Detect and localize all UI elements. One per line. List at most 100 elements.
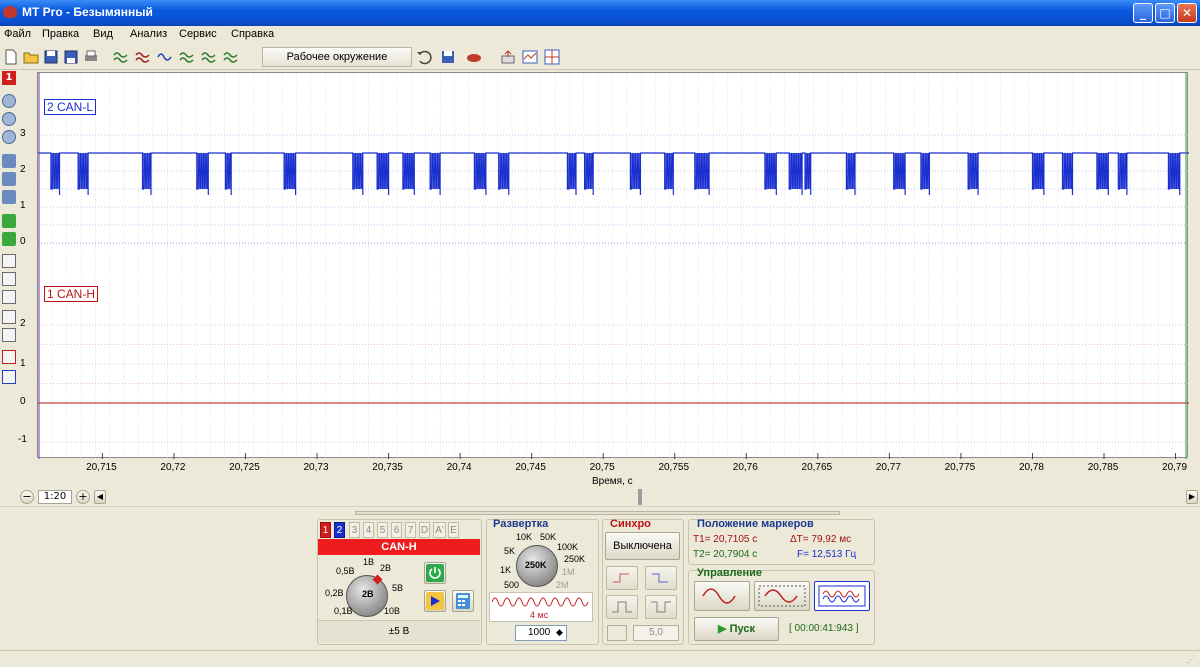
- scroll-thumb[interactable]: [638, 489, 642, 505]
- menu-view[interactable]: Вид: [93, 28, 113, 40]
- stretch-center-icon[interactable]: [2, 172, 16, 186]
- rising-edge-button[interactable]: [606, 566, 638, 590]
- move-up-icon[interactable]: [2, 214, 16, 228]
- scale-tool-icon[interactable]: [2, 328, 16, 342]
- sine-wave-icon: [702, 588, 736, 604]
- text-tool-icon[interactable]: [2, 290, 16, 304]
- can-frame-block: [78, 153, 89, 189]
- zoom-out-icon[interactable]: [2, 94, 16, 108]
- wave-tool-2-icon[interactable]: [135, 49, 151, 65]
- scroll-left-button[interactable]: ◀: [94, 490, 106, 504]
- can-h-channel-label[interactable]: 1 CAN-H: [44, 286, 99, 302]
- channel-tab-7[interactable]: 7: [405, 522, 416, 538]
- menu-service[interactable]: Сервис: [179, 28, 217, 40]
- channel-tab-3[interactable]: 3: [349, 522, 360, 538]
- save-icon[interactable]: [43, 49, 59, 65]
- menu-help[interactable]: Справка: [231, 28, 274, 40]
- calculator-icon: [456, 593, 470, 609]
- resize-grip-icon[interactable]: ⋰: [1186, 654, 1195, 665]
- zoom-out-button[interactable]: −: [20, 490, 34, 504]
- marker-tool-icon[interactable]: [2, 272, 16, 286]
- can-l-channel-label[interactable]: 2 CAN-L: [44, 99, 97, 115]
- wave-tool-5-icon[interactable]: [201, 49, 217, 65]
- menu-file[interactable]: Файл: [4, 28, 31, 40]
- zoom-in-button[interactable]: +: [76, 490, 90, 504]
- probe-button[interactable]: [424, 590, 446, 612]
- pulse-pos-button[interactable]: [606, 595, 638, 619]
- marker-frequency: F= 12,513 Гц: [797, 549, 857, 560]
- channel-tab-e[interactable]: E: [448, 522, 459, 538]
- range-select[interactable]: ±5 В: [318, 620, 480, 642]
- x-axis-title: Время, с: [592, 476, 633, 487]
- save-settings-icon[interactable]: [440, 49, 456, 65]
- export-icon[interactable]: [500, 49, 516, 65]
- menu-edit[interactable]: Правка: [42, 28, 79, 40]
- save-as-icon[interactable]: [63, 49, 79, 65]
- sync-mode-button[interactable]: Выключена: [605, 532, 680, 560]
- zoom-level[interactable]: 1:20: [38, 490, 72, 504]
- panel-splitter[interactable]: [355, 511, 840, 515]
- continuous-mode-button[interactable]: [814, 581, 870, 611]
- maximize-button[interactable]: □: [1155, 3, 1175, 23]
- wave-tool-6-icon[interactable]: [223, 49, 239, 65]
- oscilloscope-plot[interactable]: [37, 72, 1189, 459]
- sync-level-input[interactable]: 5,0: [633, 625, 679, 641]
- zoom-reset-icon[interactable]: [2, 112, 16, 126]
- channel-tab-6[interactable]: 6: [391, 522, 402, 538]
- wave-tool-4-icon[interactable]: [179, 49, 195, 65]
- car-icon[interactable]: [466, 49, 482, 65]
- cursor-tool-icon[interactable]: [2, 254, 16, 268]
- pulse-neg-button[interactable]: [645, 595, 677, 619]
- move-down-icon[interactable]: [2, 232, 16, 246]
- toolbar: [0, 44, 1200, 70]
- marker-delta-t: ΔT= 79,92 мс: [790, 534, 852, 545]
- menu-analysis[interactable]: Анализ: [130, 28, 167, 40]
- channel-tab-1[interactable]: 1: [320, 522, 331, 538]
- falling-edge-button[interactable]: [645, 566, 677, 590]
- measure-tool-icon[interactable]: [2, 310, 16, 324]
- wave-tool-3-icon[interactable]: [157, 49, 173, 65]
- channel-tab-5[interactable]: 5: [377, 522, 388, 538]
- x-tick-label: 20,775: [944, 462, 976, 473]
- red-chart-icon[interactable]: [2, 350, 16, 364]
- sweep-scale-label: 10K: [516, 532, 533, 542]
- stretch-vertical-icon[interactable]: [2, 154, 16, 168]
- can-frame-block: [764, 153, 777, 189]
- sweep-knob-value: 250K: [525, 560, 547, 570]
- channel-tab-4[interactable]: 4: [363, 522, 374, 538]
- standby-mode-button[interactable]: [754, 581, 810, 611]
- calculator-button[interactable]: [452, 590, 474, 612]
- rising-edge-icon: [613, 573, 629, 583]
- elapsed-time: [ 00:00:41:943 ]: [789, 623, 859, 634]
- chart-window-icon[interactable]: [522, 49, 538, 65]
- pulse-neg-icon: [651, 601, 671, 613]
- channel-tab-2[interactable]: 2: [334, 522, 345, 538]
- spinner-arrows-icon[interactable]: ◆: [556, 627, 563, 638]
- x-tick-label: 20,765: [801, 462, 833, 473]
- channel-tab-a[interactable]: A': [433, 522, 446, 538]
- layout-icon[interactable]: [544, 49, 560, 65]
- print-icon[interactable]: [83, 49, 99, 65]
- environment-button[interactable]: Рабочее окружение: [262, 47, 412, 67]
- menu-bar: Файл Правка Вид Анализ Сервис Справка: [0, 26, 1200, 44]
- power-button[interactable]: [424, 562, 446, 584]
- open-folder-icon[interactable]: [23, 49, 39, 65]
- close-button[interactable]: ✕: [1177, 3, 1197, 23]
- wave-tool-1-icon[interactable]: [113, 49, 129, 65]
- new-file-icon[interactable]: [3, 49, 19, 65]
- zoom-in-icon[interactable]: [2, 130, 16, 144]
- can-frame-block: [1118, 153, 1127, 189]
- can-frame-block: [630, 153, 641, 189]
- compress-vertical-icon[interactable]: [2, 190, 16, 204]
- scroll-right-button[interactable]: ▶: [1186, 490, 1198, 504]
- sweep-scale-label: 5K: [504, 546, 516, 556]
- blue-chart-icon[interactable]: [2, 370, 16, 384]
- undo-icon[interactable]: [416, 49, 432, 65]
- channel-1-indicator[interactable]: 1: [2, 71, 16, 85]
- single-mode-button[interactable]: [694, 581, 750, 611]
- plot-canvas: [37, 73, 1189, 459]
- control-title: Управление: [697, 567, 763, 579]
- minimize-button[interactable]: _: [1133, 3, 1153, 23]
- channel-tab-d[interactable]: D: [419, 522, 430, 538]
- start-button[interactable]: ▶ Пуск: [694, 617, 779, 641]
